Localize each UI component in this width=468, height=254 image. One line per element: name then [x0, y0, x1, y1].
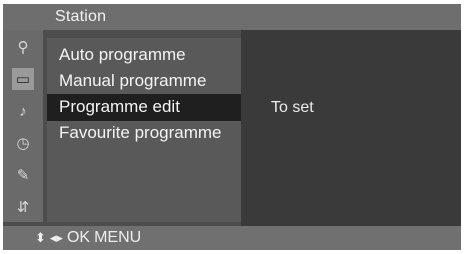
menu-item-label: Manual programme	[59, 71, 207, 90]
title-bar: Station	[3, 4, 461, 30]
footer-bar: ⬍ ◂▸ OK MENU	[3, 226, 461, 250]
clock-icon[interactable]: ◷	[12, 132, 34, 154]
updown-arrow-icon: ⬍	[35, 230, 46, 245]
menu-item-manual-programme[interactable]: Manual programme	[47, 68, 243, 95]
key-hints: ⬍ ◂▸ OK MENU	[35, 229, 141, 247]
station-menu: Auto programme Manual programme Programm…	[47, 38, 243, 222]
menu-item-auto-programme[interactable]: Auto programme	[47, 42, 243, 69]
input-icon[interactable]: ⇵	[12, 196, 34, 218]
menu-item-programme-edit[interactable]: Programme edit	[47, 94, 243, 121]
menu-item-label: Programme edit	[59, 97, 180, 116]
panel-hint: To set	[271, 99, 314, 116]
antenna-icon[interactable]: ⚲	[12, 36, 34, 58]
leftright-arrow-icon: ◂▸	[49, 230, 63, 245]
menu-title: Station	[55, 8, 107, 25]
submenu-panel: To set	[241, 30, 461, 226]
menu-item-label: Favourite programme	[59, 123, 222, 142]
menu-item-favourite-programme[interactable]: Favourite programme	[47, 120, 243, 147]
menu-hint: MENU	[94, 229, 142, 246]
audio-icon[interactable]: ♪	[12, 100, 34, 122]
category-sidebar: ⚲ ▭ ♪ ◷ ✎ ⇵	[3, 30, 43, 222]
ok-hint: OK	[66, 229, 91, 246]
picture-icon[interactable]: ▭	[12, 68, 34, 90]
tool-icon[interactable]: ✎	[12, 164, 34, 186]
osd-menu: Station ⚲ ▭ ♪ ◷ ✎ ⇵ Auto programme Manua…	[3, 4, 461, 250]
menu-item-label: Auto programme	[59, 45, 186, 64]
